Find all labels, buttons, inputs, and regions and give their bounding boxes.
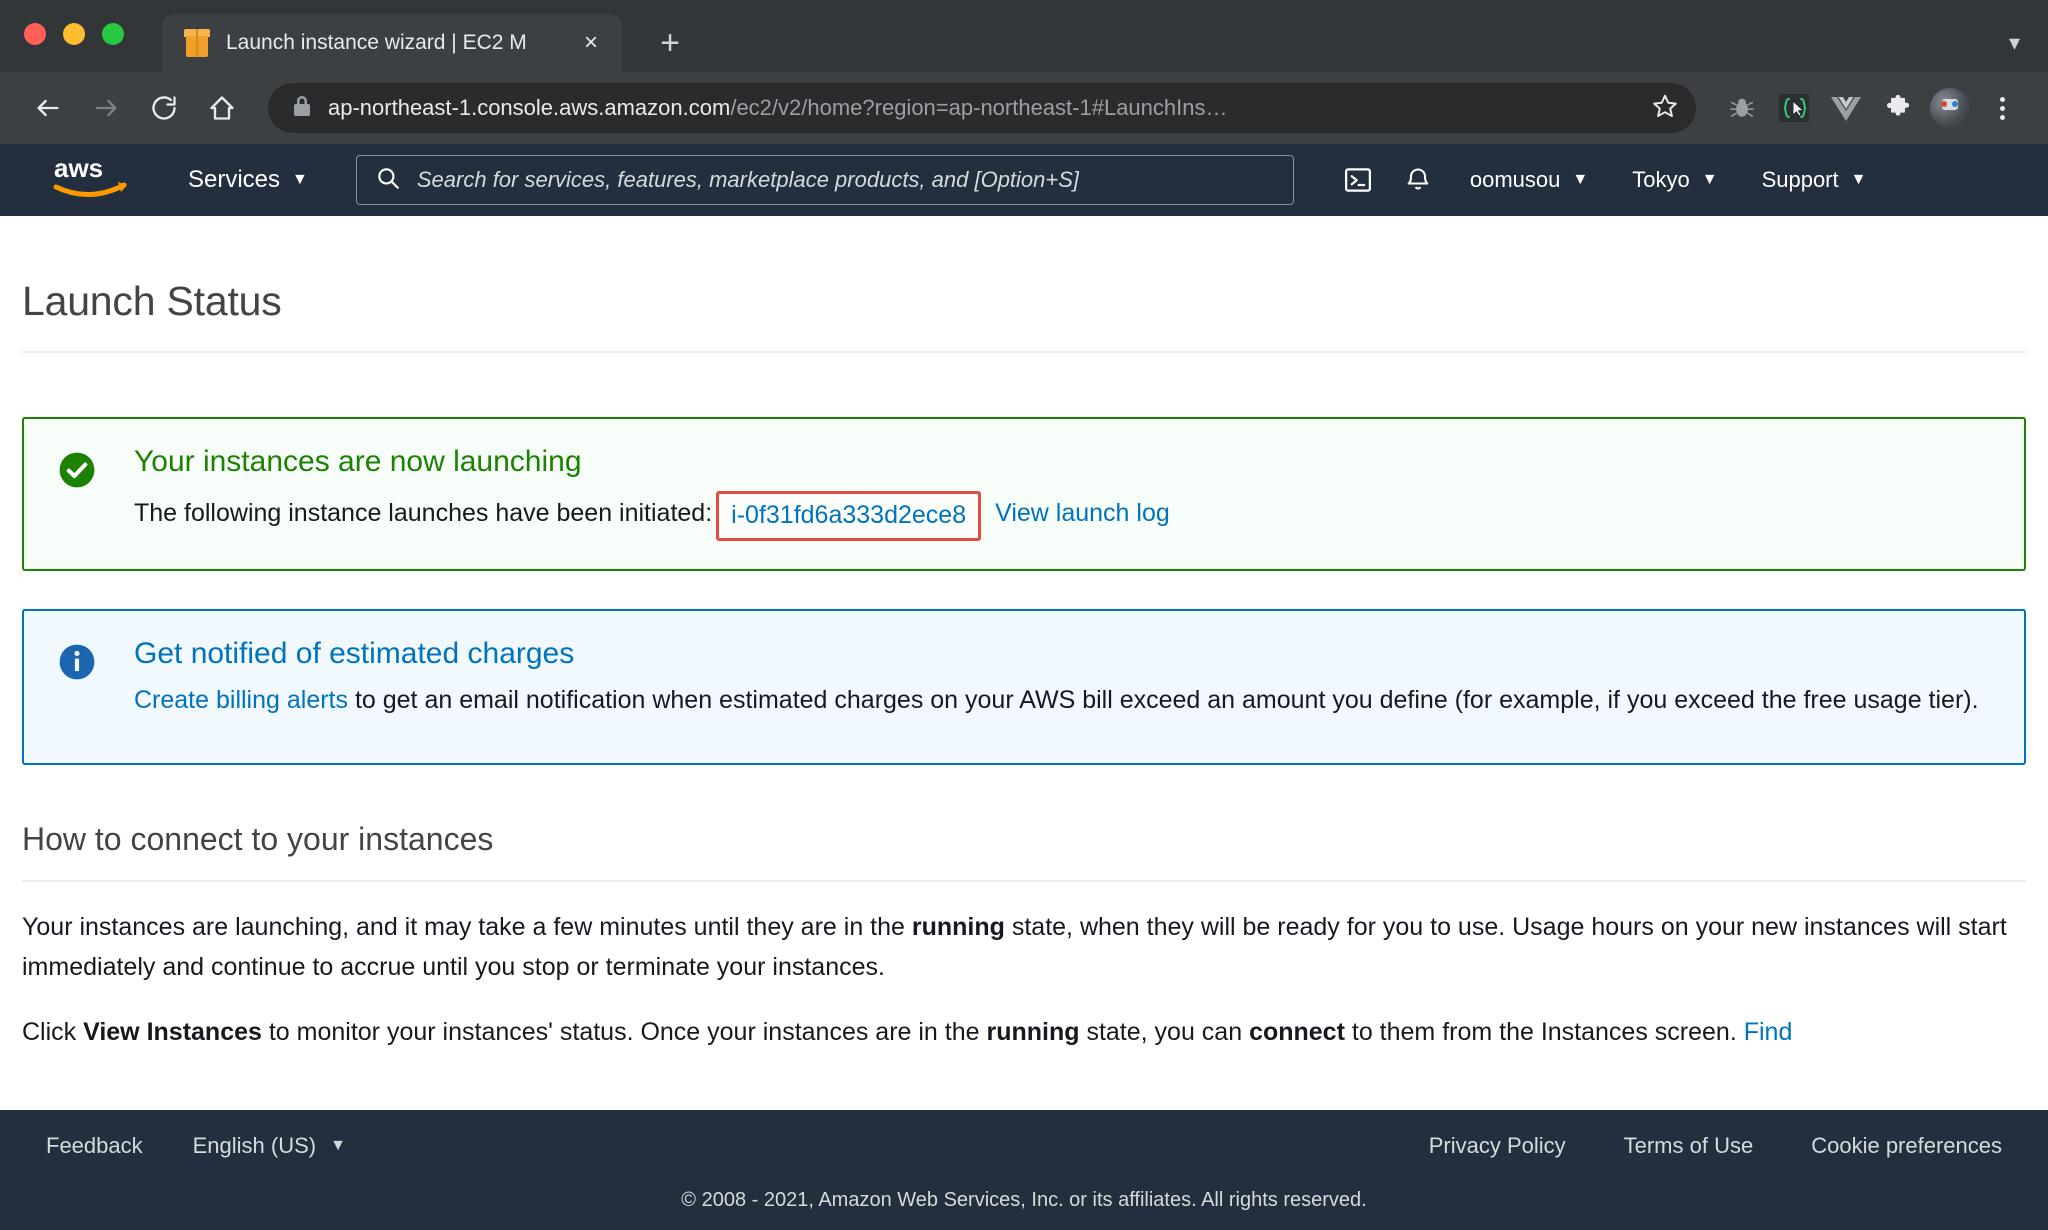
find-link[interactable]: Find bbox=[1744, 1018, 1793, 1046]
connect-p2-bold-connect: connect bbox=[1249, 1018, 1345, 1046]
forward-arrow-icon[interactable] bbox=[80, 82, 132, 134]
billing-info-detail: Create billing alerts to get an email no… bbox=[134, 681, 1990, 719]
browser-tabstrip: Launch instance wizard | EC2 M × + ▾ bbox=[0, 0, 2048, 72]
account-menu[interactable]: oomusou ▼ bbox=[1448, 167, 1610, 193]
services-menu[interactable]: Services ▼ bbox=[188, 166, 308, 194]
connect-p2-b: to monitor your instances' status. Once … bbox=[261, 1018, 987, 1046]
extension-toolbar bbox=[1718, 84, 2026, 132]
browser-tab[interactable]: Launch instance wizard | EC2 M × bbox=[162, 14, 622, 72]
launch-success-alert: Your instances are now launching The fol… bbox=[22, 417, 2026, 571]
view-launch-log-link[interactable]: View launch log bbox=[995, 499, 1170, 527]
puzzle-icon[interactable] bbox=[1874, 84, 1922, 132]
browser-toolbar: ap-northeast-1.console.aws.amazon.com/ec… bbox=[0, 72, 2048, 144]
launch-success-detail: The following instance launches have bee… bbox=[134, 489, 1990, 541]
cookie-preferences-link[interactable]: Cookie preferences bbox=[1811, 1133, 2002, 1159]
page-content: Launch Status Your instances are now lau… bbox=[0, 216, 2048, 1110]
close-tab-button[interactable]: × bbox=[576, 28, 606, 58]
info-circle-icon bbox=[58, 637, 134, 719]
connect-section-title: How to connect to your instances bbox=[22, 821, 494, 857]
terms-of-use-link[interactable]: Terms of Use bbox=[1624, 1133, 1754, 1159]
back-arrow-icon[interactable] bbox=[22, 82, 74, 134]
footer-left-links: Feedback English (US) ▼ bbox=[46, 1133, 346, 1159]
instance-id-highlight: i-0f31fd6a333d2ece8 bbox=[716, 491, 982, 541]
close-window-button[interactable] bbox=[24, 23, 46, 45]
code-cursor-icon[interactable] bbox=[1770, 84, 1818, 132]
profile-avatar[interactable] bbox=[1926, 84, 1974, 132]
chevron-down-icon: ▼ bbox=[292, 171, 308, 188]
aws-logo[interactable]: aws bbox=[52, 153, 130, 206]
region-label: Tokyo bbox=[1632, 167, 1690, 192]
connect-p1-bold: running bbox=[911, 913, 1005, 941]
launch-success-prefix: The following instance launches have bee… bbox=[134, 499, 713, 527]
connect-p2-d: to them from the Instances screen. bbox=[1344, 1018, 1744, 1046]
lock-icon bbox=[292, 94, 312, 123]
svg-text:aws: aws bbox=[54, 155, 103, 183]
billing-info-body: Get notified of estimated charges Create… bbox=[134, 637, 1990, 719]
url-text: ap-northeast-1.console.aws.amazon.com/ec… bbox=[328, 95, 1638, 121]
connect-p2-bold-running: running bbox=[986, 1018, 1080, 1046]
check-circle-icon bbox=[58, 445, 134, 539]
account-label: oomusou bbox=[1469, 167, 1561, 192]
vue-icon[interactable] bbox=[1822, 84, 1870, 132]
copyright-text: © 2008 - 2021, Amazon Web Services, Inc.… bbox=[681, 1189, 1367, 1211]
services-label: Services bbox=[188, 166, 281, 193]
instance-id-link[interactable]: i-0f31fd6a333d2ece8 bbox=[731, 501, 966, 529]
cloudshell-icon[interactable] bbox=[1328, 150, 1388, 210]
reload-icon[interactable] bbox=[138, 82, 190, 134]
footer-right-links: Privacy Policy Terms of Use Cookie prefe… bbox=[1429, 1133, 2002, 1159]
aws-navbar: aws Services ▼ Search for services, feat… bbox=[0, 144, 2048, 216]
home-icon[interactable] bbox=[196, 82, 248, 134]
search-icon bbox=[375, 165, 401, 196]
billing-info-text: to get an email notification when estima… bbox=[348, 686, 1979, 714]
support-menu[interactable]: Support ▼ bbox=[1740, 167, 1889, 193]
aws-navbar-right: oomusou ▼ Tokyo ▼ Support ▼ bbox=[1328, 150, 1889, 210]
chevron-down-icon: ▼ bbox=[330, 1137, 346, 1154]
browser-window: Launch instance wizard | EC2 M × + ▾ ap-… bbox=[0, 0, 2048, 1230]
chevron-down-icon: ▼ bbox=[1701, 171, 1718, 188]
maximize-window-button[interactable] bbox=[102, 23, 124, 45]
page-footer: Feedback English (US) ▼ Privacy Policy T… bbox=[0, 1110, 2048, 1230]
feedback-link[interactable]: Feedback bbox=[46, 1133, 143, 1159]
bookmark-star-icon[interactable] bbox=[1652, 93, 1678, 124]
aws-search-box[interactable]: Search for services, features, marketpla… bbox=[355, 155, 1294, 205]
title-divider bbox=[22, 351, 2026, 353]
region-menu[interactable]: Tokyo ▼ bbox=[1610, 167, 1739, 193]
launch-success-title: Your instances are now launching bbox=[134, 445, 582, 478]
privacy-policy-link[interactable]: Privacy Policy bbox=[1429, 1133, 1566, 1159]
connect-paragraph-1: Your instances are launching, and it may… bbox=[22, 908, 2026, 987]
chevron-down-icon: ▼ bbox=[1572, 171, 1589, 188]
create-billing-alerts-link[interactable]: Create billing alerts bbox=[134, 686, 348, 714]
billing-info-title: Get notified of estimated charges bbox=[134, 637, 575, 670]
connect-p1-a: Your instances are launching, and it may… bbox=[22, 913, 912, 941]
language-menu[interactable]: English (US) ▼ bbox=[193, 1133, 346, 1159]
url-path: /ec2/v2/home?region=ap-northeast-1#Launc… bbox=[730, 95, 1228, 120]
url-domain: ap-northeast-1.console.aws.amazon.com bbox=[328, 95, 731, 120]
tab-title: Launch instance wizard | EC2 M bbox=[226, 31, 527, 54]
footer-top-row: Feedback English (US) ▼ Privacy Policy T… bbox=[0, 1110, 2048, 1182]
bell-icon[interactable] bbox=[1388, 150, 1448, 210]
address-bar[interactable]: ap-northeast-1.console.aws.amazon.com/ec… bbox=[268, 83, 1696, 133]
package-icon bbox=[184, 29, 210, 57]
page-title: Launch Status bbox=[22, 278, 282, 324]
billing-info-alert: Get notified of estimated charges Create… bbox=[22, 609, 2026, 765]
connect-p2-bold-view-instances: View Instances bbox=[83, 1018, 262, 1046]
launch-success-body: Your instances are now launching The fol… bbox=[134, 445, 1990, 541]
support-label: Support bbox=[1761, 167, 1839, 192]
bug-icon[interactable] bbox=[1718, 84, 1766, 132]
section-divider bbox=[22, 880, 2026, 882]
connect-p2-c: state, you can bbox=[1079, 1018, 1250, 1046]
connect-paragraph-2: Click View Instances to monitor your ins… bbox=[22, 1013, 2026, 1053]
new-tab-button[interactable]: + bbox=[648, 21, 692, 65]
chevron-down-icon[interactable]: ▾ bbox=[2009, 30, 2020, 56]
aws-search-placeholder: Search for services, features, marketpla… bbox=[416, 167, 1080, 192]
browser-menu-button[interactable] bbox=[1978, 84, 2026, 132]
minimize-window-button[interactable] bbox=[63, 23, 85, 45]
chevron-down-icon: ▼ bbox=[1850, 171, 1867, 188]
language-label: English (US) bbox=[192, 1133, 317, 1158]
window-controls bbox=[24, 0, 124, 72]
connect-p2-a: Click bbox=[22, 1018, 84, 1046]
